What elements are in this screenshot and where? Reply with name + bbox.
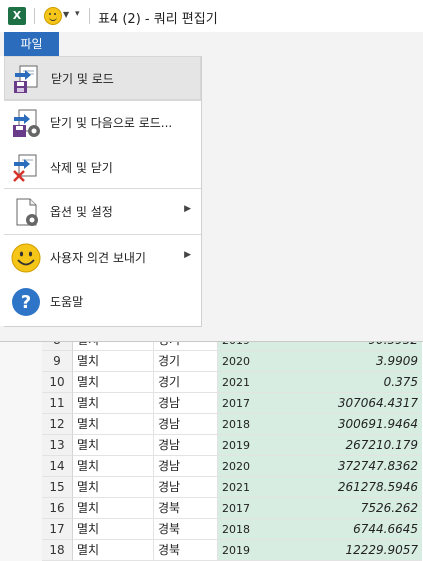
table-cell-year[interactable]: 2018 xyxy=(218,519,282,540)
submenu-arrow-icon: ▶ xyxy=(184,204,191,214)
table-cell-region[interactable]: 경남 xyxy=(154,435,218,456)
table-cell-region[interactable]: 경남 xyxy=(154,393,218,414)
table-cell-item[interactable]: 멸치 xyxy=(73,456,154,477)
smiley-feedback-icon xyxy=(11,243,41,273)
row-number[interactable]: 17 xyxy=(42,519,73,540)
menu-right-pane xyxy=(202,56,423,326)
table-cell-item[interactable]: 멸치 xyxy=(73,519,154,540)
table-row[interactable]: 16 멸치 경북 2017 7526.262 xyxy=(42,498,422,519)
help-icon: ? xyxy=(12,288,40,316)
submenu-arrow-icon: ▶ xyxy=(184,250,191,260)
table-row[interactable]: 18 멸치 경북 2019 12229.9057 xyxy=(42,540,422,561)
table-cell-year[interactable]: 2017 xyxy=(218,498,282,519)
row-number[interactable]: 16 xyxy=(42,498,73,519)
table-cell-value[interactable]: 267210.179 xyxy=(282,435,422,456)
close-load-icon xyxy=(14,65,38,93)
table-row[interactable]: 17 멸치 경북 2018 6744.6645 xyxy=(42,519,422,540)
table-cell-region[interactable]: 경북 xyxy=(154,519,218,540)
table-cell-year[interactable]: 2020 xyxy=(218,456,282,477)
file-tab[interactable]: 파일 xyxy=(4,32,59,56)
customize-quick-access-icon[interactable]: ▾ xyxy=(75,9,80,19)
row-number[interactable]: 15 xyxy=(42,477,73,498)
row-number[interactable]: 14 xyxy=(42,456,73,477)
table-row[interactable]: 10 멸치 경기 2021 0.375 xyxy=(42,372,422,393)
table-cell-year[interactable]: 2019 xyxy=(218,435,282,456)
menu-item-label: 삭제 및 닫기 xyxy=(50,161,113,175)
table-cell-year[interactable]: 2021 xyxy=(218,477,282,498)
table-cell-item[interactable]: 멸치 xyxy=(73,372,154,393)
file-menu: 닫기 및 로드 닫기 및 다음으로 로드... 삭제 및 닫기 옵션 및 설정 … xyxy=(4,56,202,327)
table-cell-item[interactable]: 멸치 xyxy=(73,393,154,414)
table-cell-region[interactable]: 경북 xyxy=(154,540,218,561)
menu-item-label: 닫기 및 로드 xyxy=(51,72,114,86)
excel-icon[interactable]: X xyxy=(8,7,26,25)
table-cell-region[interactable]: 경남 xyxy=(154,477,218,498)
row-number[interactable]: 11 xyxy=(42,393,73,414)
table-cell-item[interactable]: 멸치 xyxy=(73,435,154,456)
title-bar: X ▼ ▾ 표4 (2) - 쿼리 편집기 xyxy=(0,0,423,33)
row-number[interactable]: 12 xyxy=(42,414,73,435)
toolbar-separator xyxy=(89,8,90,24)
smiley-feedback-icon[interactable] xyxy=(44,7,62,25)
menu-frame-bottom xyxy=(0,326,423,342)
table-row[interactable]: 11 멸치 경남 2017 307064.4317 xyxy=(42,393,422,414)
menu-item-options-settings[interactable]: 옵션 및 설정 ▶ xyxy=(4,190,201,234)
queries-pane xyxy=(0,341,43,561)
table-cell-value[interactable]: 0.375 xyxy=(282,372,422,393)
delete-close-icon xyxy=(13,154,37,182)
table-cell-value[interactable]: 372747.8362 xyxy=(282,456,422,477)
svg-text:?: ? xyxy=(21,292,31,313)
menu-separator xyxy=(4,234,201,235)
table-cell-region[interactable]: 경기 xyxy=(154,372,218,393)
ribbon-tab-strip xyxy=(0,32,423,56)
close-load-to-icon xyxy=(13,109,40,137)
row-number[interactable]: 13 xyxy=(42,435,73,456)
table-cell-value[interactable]: 3.9909 xyxy=(282,351,422,372)
menu-item-delete-close[interactable]: 삭제 및 닫기 xyxy=(4,146,201,190)
window-title: 표4 (2) - 쿼리 편집기 xyxy=(98,12,218,27)
table-cell-value[interactable]: 6744.6645 xyxy=(282,519,422,540)
table-cell-value[interactable]: 307064.4317 xyxy=(282,393,422,414)
table-cell-region[interactable]: 경남 xyxy=(154,414,218,435)
menu-item-close-load-to[interactable]: 닫기 및 다음으로 로드... xyxy=(4,101,201,145)
table-cell-value[interactable]: 7526.262 xyxy=(282,498,422,519)
menu-separator xyxy=(4,188,201,189)
table-cell-item[interactable]: 멸치 xyxy=(73,351,154,372)
table-cell-item[interactable]: 멸치 xyxy=(73,540,154,561)
table-cell-year[interactable]: 2019 xyxy=(218,540,282,561)
table-cell-value[interactable]: 12229.9057 xyxy=(282,540,422,561)
menu-item-label: 닫기 및 다음으로 로드... xyxy=(50,116,173,130)
table-cell-year[interactable]: 2020 xyxy=(218,351,282,372)
table-cell-item[interactable]: 멸치 xyxy=(73,414,154,435)
menu-item-close-load[interactable]: 닫기 및 로드 xyxy=(4,56,201,100)
menu-item-send-feedback[interactable]: 사용자 의견 보내기 ▶ xyxy=(4,236,201,280)
table-row[interactable]: 12 멸치 경남 2018 300691.9464 xyxy=(42,414,422,435)
table-row[interactable]: 14 멸치 경남 2020 372747.8362 xyxy=(42,456,422,477)
table-cell-value[interactable]: 300691.9464 xyxy=(282,414,422,435)
table-row[interactable]: 13 멸치 경남 2019 267210.179 xyxy=(42,435,422,456)
table-cell-region[interactable]: 경기 xyxy=(154,351,218,372)
table-cell-item[interactable]: 멸치 xyxy=(73,477,154,498)
row-number[interactable]: 9 xyxy=(42,351,73,372)
table-cell-year[interactable]: 2021 xyxy=(218,372,282,393)
table-cell-item[interactable]: 멸치 xyxy=(73,498,154,519)
menu-item-label: 사용자 의견 보내기 xyxy=(50,251,146,265)
table-cell-region[interactable]: 경북 xyxy=(154,498,218,519)
options-settings-icon xyxy=(16,198,38,226)
menu-item-label: 도움말 xyxy=(50,295,84,309)
table-cell-region[interactable]: 경남 xyxy=(154,456,218,477)
row-number[interactable]: 10 xyxy=(42,372,73,393)
row-number[interactable]: 18 xyxy=(42,540,73,561)
table-cell-year[interactable]: 2017 xyxy=(218,393,282,414)
table-row[interactable]: 15 멸치 경남 2021 261278.5946 xyxy=(42,477,422,498)
toolbar-separator xyxy=(34,8,35,24)
table-cell-year[interactable]: 2018 xyxy=(218,414,282,435)
menu-item-label: 옵션 및 설정 xyxy=(50,205,113,219)
table-row[interactable]: 9 멸치 경기 2020 3.9909 xyxy=(42,351,422,372)
chevron-down-icon[interactable]: ▼ xyxy=(63,10,69,19)
menu-item-help[interactable]: ? 도움말 xyxy=(4,280,201,324)
table-cell-value[interactable]: 261278.5946 xyxy=(282,477,422,498)
